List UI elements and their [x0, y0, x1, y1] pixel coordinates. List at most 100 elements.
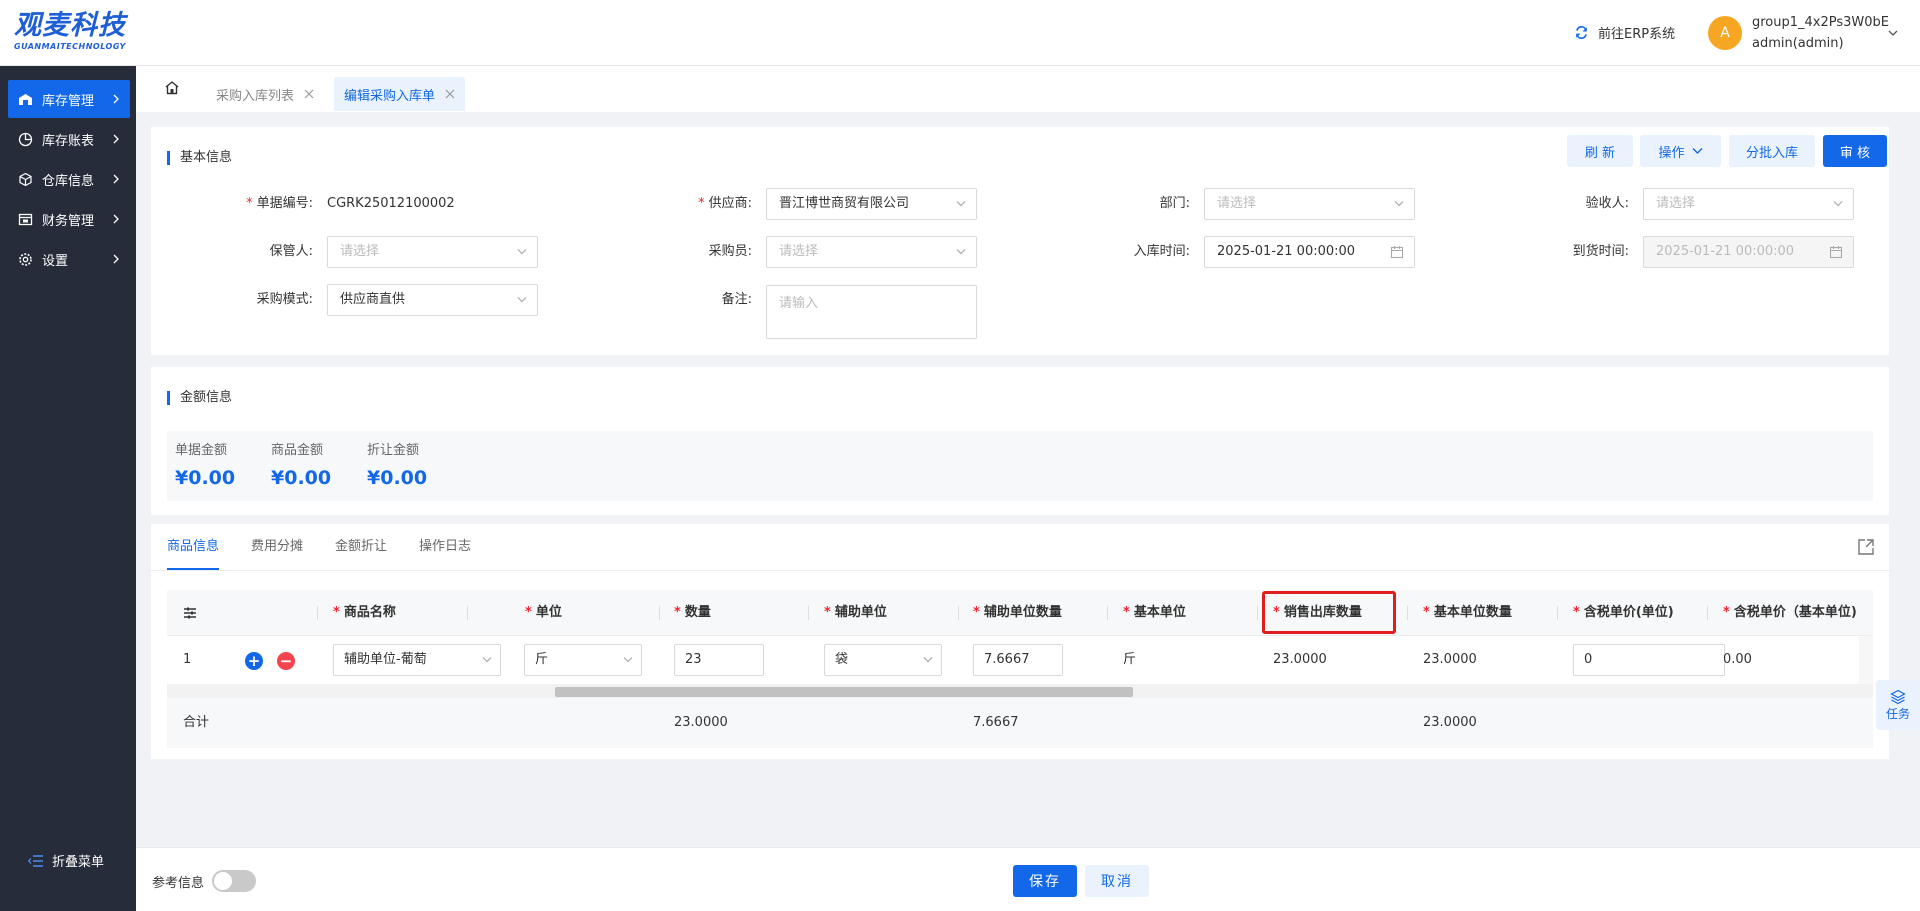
doc-no-label: * 单据编号: — [246, 196, 313, 211]
tab-label: 编辑采购入库单 — [344, 88, 436, 104]
tax-price-base-value: 0.00 — [1723, 652, 1752, 667]
user-menu[interactable]: A group1_4x2Ps3W0bE admin(admin) — [1708, 12, 1889, 54]
remark-label: 备注: — [721, 292, 752, 307]
tab-label: 采购入库列表 — [216, 88, 295, 104]
subtab-goods-info[interactable]: 商品信息 — [167, 524, 220, 570]
chevron-down-icon[interactable] — [1888, 28, 1898, 38]
calendar-icon — [1829, 246, 1843, 259]
unit-select[interactable]: 斤 — [524, 644, 642, 676]
logo-subtext: GUANMAITECHNOLOGY — [14, 42, 126, 51]
qty-input[interactable]: 23 — [674, 644, 764, 676]
remark-textarea[interactable]: 请输入 — [766, 285, 977, 339]
avatar: A — [1708, 16, 1742, 50]
sidebar-item-stock-report[interactable]: 库存账表 — [8, 120, 130, 158]
tax-price-unit-input[interactable]: 0 — [1573, 644, 1725, 676]
total-base-qty: 23.0000 — [1423, 715, 1477, 730]
goto-erp-link[interactable]: 前往ERP系统 — [1573, 23, 1675, 42]
arrive-time-datepicker: 2025-01-21 00:00:00 — [1643, 236, 1854, 268]
amount-value: ¥0.00 — [367, 467, 428, 489]
amount-label: 单据金额 — [175, 443, 228, 458]
reference-info-label: 参考信息 — [152, 876, 205, 891]
reference-info-toggle[interactable] — [212, 870, 256, 892]
vertical-scrollbar[interactable] — [1859, 636, 1873, 684]
finance-icon — [18, 212, 33, 227]
sync-icon — [1576, 26, 1587, 39]
refresh-button[interactable]: 刷 新 — [1567, 135, 1633, 167]
in-time-datepicker[interactable]: 2025-01-21 00:00:00 — [1204, 236, 1415, 268]
chevron-down-icon — [623, 657, 633, 663]
sidebar-item-inventory[interactable]: 库存管理 — [8, 80, 130, 118]
sidebar-item-label: 设置 — [42, 253, 69, 269]
col-base-qty: * 基本单位数量 — [1423, 605, 1512, 620]
save-button[interactable]: 保存 — [1013, 865, 1077, 897]
base-qty-value: 23.0000 — [1423, 652, 1477, 667]
audit-button[interactable]: 审 核 — [1823, 135, 1887, 167]
sidebar-item-settings[interactable]: 设置 — [8, 240, 130, 278]
tab-purchase-inbound-list[interactable]: 采购入库列表 — [206, 77, 324, 111]
pie-chart-icon — [18, 132, 33, 147]
purchase-mode-select[interactable]: 供应商直供 — [327, 284, 538, 316]
total-qty: 23.0000 — [674, 715, 728, 730]
divider — [151, 570, 1889, 571]
goods-amount: 商品金额 ¥0.00 — [271, 441, 331, 493]
col-base-unit: * 基本单位 — [1123, 605, 1186, 620]
cube-icon — [18, 172, 33, 187]
buyer-select[interactable]: 请选择 — [766, 236, 977, 268]
goods-name-select[interactable]: 辅助单位-葡萄 — [333, 644, 501, 676]
dept-label: 部门: — [1159, 196, 1190, 211]
task-float-button[interactable]: 任务 — [1876, 680, 1920, 730]
subtab-amount-discount[interactable]: 金额折让 — [335, 524, 387, 570]
chevron-right-icon — [113, 174, 119, 184]
expand-icon[interactable] — [1857, 538, 1875, 556]
menu-fold-icon — [28, 854, 43, 867]
doc-no-value: CGRK25012100002 — [327, 196, 455, 211]
company-logo[interactable]: 观麦科技 GUANMAITECHNOLOGY — [14, 10, 144, 56]
close-icon[interactable] — [445, 89, 455, 99]
chevron-down-icon — [956, 249, 966, 255]
col-aux-qty: * 辅助单位数量 — [973, 605, 1062, 620]
column-settings-icon[interactable] — [183, 607, 197, 619]
dept-select[interactable]: 请选择 — [1204, 188, 1415, 220]
chevron-right-icon — [113, 134, 119, 144]
in-time-label: 入库时间: — [1133, 244, 1190, 259]
bottom-action-bar: 参考信息 保存 取消 — [136, 847, 1920, 911]
page-tab-bar: 采购入库列表 编辑采购入库单 — [136, 66, 1920, 112]
subtab-cost-allocation[interactable]: 费用分摊 — [251, 524, 303, 570]
sidebar-item-warehouse-info[interactable]: 仓库信息 — [8, 160, 130, 198]
subtab-operation-log[interactable]: 操作日志 — [419, 524, 471, 570]
aux-unit-select[interactable]: 袋 — [824, 644, 942, 676]
sidebar-item-finance[interactable]: 财务管理 — [8, 200, 130, 238]
remove-row-button[interactable]: − — [277, 652, 295, 670]
cancel-button[interactable]: 取消 — [1085, 865, 1149, 897]
add-row-button[interactable]: + — [245, 652, 263, 670]
user-group: group1_4x2Ps3W0bE — [1752, 15, 1890, 30]
home-icon[interactable] — [162, 78, 182, 98]
horizontal-scrollbar[interactable] — [167, 684, 1873, 698]
supplier-select[interactable]: 晋江博世商贸有限公司 — [766, 188, 977, 220]
col-aux-unit: * 辅助单位 — [824, 605, 887, 620]
user-name: admin(admin) — [1752, 36, 1844, 51]
col-qty: * 数量 — [674, 605, 711, 620]
highlight-box — [1262, 591, 1396, 634]
close-icon[interactable] — [304, 89, 314, 99]
layers-icon — [1890, 689, 1906, 704]
discount-amount: 折让金额 ¥0.00 — [367, 441, 427, 493]
collapse-menu-label: 折叠菜单 — [52, 855, 105, 870]
amount-value: ¥0.00 — [271, 467, 332, 489]
collapse-menu-button[interactable]: 折叠菜单 — [28, 851, 104, 870]
keeper-select[interactable]: 请选择 — [327, 236, 538, 268]
batch-inbound-button[interactable]: 分批入库 — [1729, 135, 1815, 167]
inspector-select[interactable]: 请选择 — [1643, 188, 1854, 220]
sale-out-qty-value: 23.0000 — [1273, 652, 1327, 667]
chevron-right-icon — [113, 254, 119, 264]
inspector-label: 验收人: — [1585, 196, 1629, 211]
chevron-down-icon — [517, 249, 527, 255]
tab-edit-purchase-inbound[interactable]: 编辑采购入库单 — [334, 77, 466, 111]
chevron-down-icon — [923, 657, 933, 663]
sidebar-item-label: 库存管理 — [42, 93, 95, 109]
row-index: 1 — [183, 652, 192, 667]
task-label: 任务 — [1885, 706, 1910, 721]
aux-qty-input[interactable]: 7.6667 — [973, 644, 1063, 676]
scrollbar-thumb[interactable] — [555, 687, 1133, 697]
operate-dropdown-button[interactable]: 操作 — [1640, 135, 1721, 167]
